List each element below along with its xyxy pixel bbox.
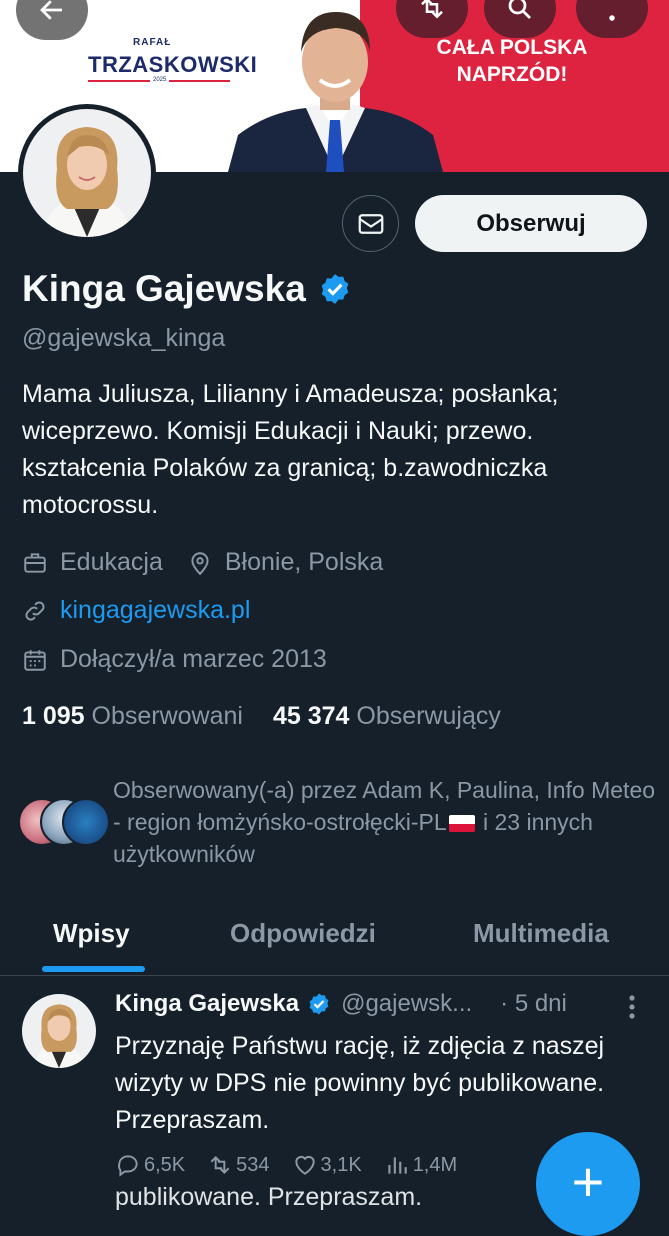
reply-action[interactable]: 6,5K (115, 1152, 185, 1178)
tweet-ghost-text: publikowane. Przepraszam. (115, 1183, 423, 1211)
profile-stats: 1 095 Obserwowani 45 374 Obserwujący (22, 702, 501, 731)
verified-badge-icon[interactable] (318, 272, 352, 306)
banner-slogan-line1: CAŁA POLSKA (436, 36, 588, 59)
profile-meta-row: Edukacja Błonie, Polska (22, 548, 383, 577)
search-icon (508, 0, 531, 19)
followed-by-avatars (18, 798, 110, 846)
like-count: 3,1K (320, 1153, 362, 1176)
profile-location: Błonie, Polska (224, 548, 384, 576)
retweet-icon (421, 0, 443, 19)
like-action[interactable]: 3,1K (292, 1152, 362, 1178)
tweet-author-name[interactable]: Kinga Gajewska (115, 990, 299, 1018)
followers-stat[interactable]: 45 374 Obserwujący (273, 702, 501, 731)
followed-by-text: Obserwowany(-a) przez Adam K, Paulina, I… (113, 774, 658, 870)
tab-posts[interactable]: Wpisy (53, 918, 130, 949)
profile-avatar[interactable] (18, 104, 156, 242)
profile-name-row: Kinga Gajewska (22, 268, 352, 310)
tweet-text: Przyznaję Państwu rację, iż zdjęcia z na… (115, 1032, 605, 1134)
banner-slogan: CAŁA POLSKA NAPRZÓD! (432, 34, 592, 88)
follower-avatar (62, 798, 110, 846)
profile-name: Kinga Gajewska (22, 268, 306, 309)
views-count: 1,4M (412, 1153, 458, 1176)
reply-count: 6,5K (144, 1153, 186, 1176)
compose-plus-icon: + (571, 1150, 605, 1213)
profile-category: Edukacja (60, 548, 163, 576)
calendar-icon (24, 649, 46, 671)
tweet-actions: 6,5K 534 3,1K 1,4M (115, 1152, 479, 1178)
profile-website-row: kingagajewska.pl (22, 596, 250, 625)
message-button[interactable] (342, 195, 399, 252)
back-arrow-icon (40, 0, 62, 20)
location-pin-icon (191, 551, 209, 575)
profile-tabs: Wpisy Odpowiedzi Multimedia (0, 900, 669, 976)
active-tab-indicator (42, 966, 145, 972)
tweet-more-icon[interactable] (622, 990, 642, 1024)
retweet-count: 534 (236, 1153, 270, 1176)
profile-bio: Mama Juliusza, Lilianny i Amadeusza; pos… (22, 380, 559, 519)
banner-slogan-line2: NAPRZÓD! (456, 63, 568, 86)
banner-footnote (640, 30, 648, 150)
reply-icon (118, 1155, 138, 1177)
retweet-icon (210, 1156, 230, 1174)
tweet-author-handle: @gajewsk... (341, 990, 473, 1017)
following-stat[interactable]: 1 095 Obserwowani (22, 702, 243, 731)
tab-media[interactable]: Multimedia (473, 918, 609, 949)
follow-button[interactable]: Obserwuj (415, 195, 647, 252)
profile-joined-row: Dołączył/a marzec 2013 (22, 645, 327, 674)
followers-count: 45 374 (272, 702, 350, 730)
retweet-action[interactable]: 534 (207, 1152, 270, 1178)
mail-icon (358, 213, 383, 234)
compose-button[interactable]: + (536, 1132, 640, 1236)
avatar-photo (23, 109, 151, 237)
profile-website-link[interactable]: kingagajewska.pl (60, 596, 250, 625)
followers-label: Obserwujący (356, 702, 501, 730)
views-action[interactable]: 1,4M (384, 1152, 457, 1178)
more-vertical-icon (609, 15, 615, 21)
profile-joined: Dołączył/a marzec 2013 (60, 645, 327, 673)
tweet-avatar[interactable] (22, 994, 96, 1068)
tab-replies[interactable]: Odpowiedzi (230, 918, 376, 949)
following-count: 1 095 (22, 702, 85, 730)
views-icon (388, 1157, 407, 1174)
verified-badge-icon (309, 993, 329, 1015)
link-icon (25, 601, 45, 620)
tweet-header: Kinga Gajewska @gajewsk... · 5 dni (115, 990, 567, 1018)
like-icon (294, 1155, 315, 1175)
profile-handle: @gajewska_kinga (22, 324, 226, 352)
back-button[interactable] (16, 0, 88, 40)
poland-flag-icon (448, 815, 475, 833)
following-label: Obserwowani (91, 702, 243, 730)
banner-brand-first: RAFAŁ (133, 37, 172, 48)
banner-brand-year: 2025 (150, 77, 170, 83)
briefcase-icon (24, 552, 46, 573)
tweet-time: · 5 dni (500, 990, 567, 1017)
